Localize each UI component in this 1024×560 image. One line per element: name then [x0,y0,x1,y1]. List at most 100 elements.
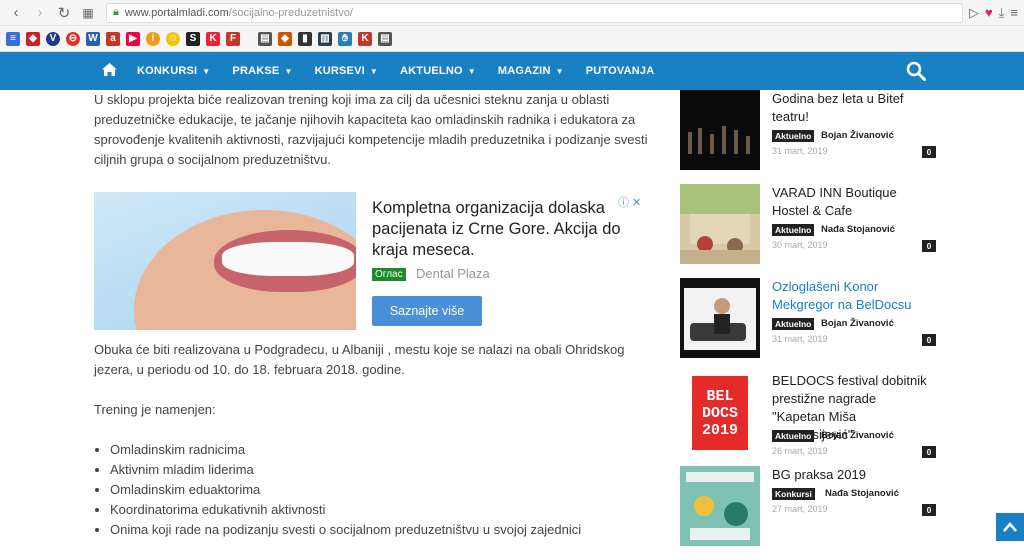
list-item: Koordinatorima edukativnih aktivnosti [110,500,654,520]
article-paragraph: Trening je namenjen: [94,402,216,417]
bookmark-doc-icon[interactable]: ▤ [258,31,272,46]
nav-kursevi[interactable]: KURSEVI ▼ [315,65,378,77]
post-author[interactable]: Nađa Stojanović [825,488,899,499]
tabs-grid-icon[interactable]: ▦ [78,3,98,23]
post-title[interactable]: Ozloglašeni Konor Mekgregor na BelDocsu [772,278,932,314]
bookmark-hand-icon[interactable]: ✋︎ [338,31,352,46]
article-paragraph: Obuka će biti realizovana u Podgradecu, … [94,342,625,377]
chevron-down-icon: ▼ [202,67,211,76]
post-date: 27 mart, 2019 [772,504,828,514]
post-category-tag[interactable]: Aktuelno [772,318,815,330]
search-icon[interactable] [906,61,926,81]
nav-konkursi[interactable]: KONKURSI ▼ [137,65,210,77]
audience-list: Omladinskim radnicima Aktivnim mladim li… [110,440,654,540]
bookmarks-bar: ≡ ◆ V ⊖ W a ▶ i ☺ S K F ▤ ◆ ▮ ▥ ✋︎ K ▤ [0,26,1024,52]
post-thumbnail[interactable] [680,466,760,546]
comment-count[interactable]: 0 [922,334,936,346]
bookmark-info-icon[interactable]: i [146,31,160,46]
bookmark-a-icon[interactable]: a [106,31,120,46]
sidebar-post[interactable]: Ozloglašeni Konor Mekgregor na BelDocsu … [680,278,940,372]
menu-icon[interactable]: ≡ [1010,5,1018,20]
post-author[interactable]: Bojan Živanović [821,130,894,141]
comment-count[interactable]: 0 [922,146,936,158]
list-item: Onima koji rade na podizanju svesti o so… [110,520,654,540]
chevron-up-icon [1003,522,1017,532]
list-item: Omladinskim eduaktorima [110,480,654,500]
share-icon[interactable]: ▷ [969,5,979,21]
lock-icon: 🔒︎ [113,6,119,18]
url-path: /socijalno-preduzetnistvo/ [228,6,353,19]
chevron-down-icon: ▼ [284,67,293,76]
bookmark-k2-icon[interactable]: K [358,31,372,46]
bookmark-red-icon[interactable]: ◆ [26,31,40,46]
reload-icon[interactable]: ↻ [54,3,74,23]
list-item: Omladinskim radnicima [110,440,654,460]
sidebar-post[interactable]: VARAD INN Boutique Hostel & Cafe Aktueln… [680,184,940,278]
post-author[interactable]: Bojan Živanović [821,318,894,329]
bookmark-docs-icon[interactable]: ≡ [6,31,20,46]
chevron-down-icon: ▼ [369,67,379,76]
beldocs-logo-text: BEL [706,387,734,405]
nav-putovanja[interactable]: PUTOVANJA [586,65,655,77]
bookmark-bag-icon[interactable]: ▮ [298,31,312,46]
post-category-tag[interactable]: Aktuelno [772,430,815,442]
post-thumbnail[interactable]: BEL DOCS 2019 [680,372,760,452]
sidebar-posts: Godina bez leta u Bitef teatru! Aktuelno… [680,90,940,560]
bookmark-block-icon[interactable]: ⊖ [66,31,80,46]
post-date: 30 mart, 2019 [772,240,828,250]
sidebar-post[interactable]: BEL DOCS 2019 BELDOCS festival dobitnik … [680,372,940,466]
post-title[interactable]: BG praksa 2019 [772,466,932,484]
post-thumbnail[interactable] [680,90,760,170]
nav-magazin[interactable]: MAGAZIN ▼ [498,65,564,77]
bookmark-s-icon[interactable]: S [186,31,200,46]
ad-cta-button[interactable]: Saznajte više [372,296,482,326]
bookmark-k-icon[interactable]: K [206,31,220,46]
post-category-tag[interactable]: Aktuelno [772,130,815,142]
url-host: www.portalmladi.com [124,6,229,19]
comment-count[interactable]: 0 [922,504,936,516]
bookmark-page-icon[interactable]: ▤ [378,31,392,46]
sidebar-post[interactable]: Godina bez leta u Bitef teatru! Aktuelno… [680,90,940,184]
post-author[interactable]: Bojan Živanović [821,430,894,441]
post-category-tag[interactable]: Aktuelno [772,224,815,236]
article-paragraph: U sklopu projekta biće realizovan trenin… [94,92,648,167]
back-icon[interactable]: ‹ [6,3,26,23]
list-item: Aktivnim mladim liderima [110,460,654,480]
post-thumbnail[interactable] [680,278,760,358]
post-date: 26 mart, 2019 [772,446,828,456]
bookmark-f-icon[interactable]: F [226,31,240,46]
post-thumbnail[interactable] [680,184,760,264]
nav-prakse[interactable]: PRAKSE ▼ [232,65,292,77]
article-content: U sklopu projekta biće realizovan trenin… [94,90,654,540]
nav-aktuelno[interactable]: AKTUELNO ▼ [400,65,476,77]
comment-count[interactable]: 0 [922,240,936,252]
ad-brand[interactable]: Dental Plaza [416,266,490,281]
sidebar-post[interactable]: BG praksa 2019 Konkursi Nađa Stojanović … [680,466,940,560]
download-icon[interactable]: ⤓ [999,5,1005,21]
chevron-down-icon: ▼ [467,67,476,76]
post-date: 31 mart, 2019 [772,146,828,156]
bookmark-v-icon[interactable]: V [46,31,60,46]
post-title[interactable]: Godina bez leta u Bitef teatru! [772,90,932,126]
ad-badge: Oглас [372,268,406,281]
post-date: 31 mart, 2019 [772,334,828,344]
comment-count[interactable]: 0 [922,446,936,458]
bookmark-smile-icon[interactable]: ☺ [166,31,180,46]
ad-image[interactable] [94,192,356,330]
bookmark-video-icon[interactable]: ▶ [126,31,140,46]
heart-icon[interactable]: ♥ [985,5,993,20]
bookmark-w-icon[interactable]: W [86,31,100,46]
ad-banner[interactable]: Kompletna organizacija dolaska pacijenat… [94,192,642,330]
bookmark-book-icon[interactable]: ▥ [318,31,332,46]
ad-info-close-icon[interactable]: ⓘ ✕ [618,194,641,210]
post-title[interactable]: VARAD INN Boutique Hostel & Cafe [772,184,932,220]
ad-title[interactable]: Kompletna organizacija dolaska pacijenat… [372,198,622,261]
post-category-tag[interactable]: Konkursi [772,488,815,500]
bookmark-fox-icon[interactable]: ◆ [278,31,292,46]
address-bar[interactable]: 🔒︎ www.portalmladi.com/socijalno-preduze… [106,2,963,23]
forward-icon[interactable]: › [30,3,50,23]
home-icon[interactable] [102,62,117,80]
post-author[interactable]: Nađa Stojanović [821,224,895,235]
scroll-to-top-button[interactable] [996,513,1024,541]
browser-toolbar: ‹ › ↻ ▦ 🔒︎ www.portalmladi.com/socijalno… [0,0,1024,26]
